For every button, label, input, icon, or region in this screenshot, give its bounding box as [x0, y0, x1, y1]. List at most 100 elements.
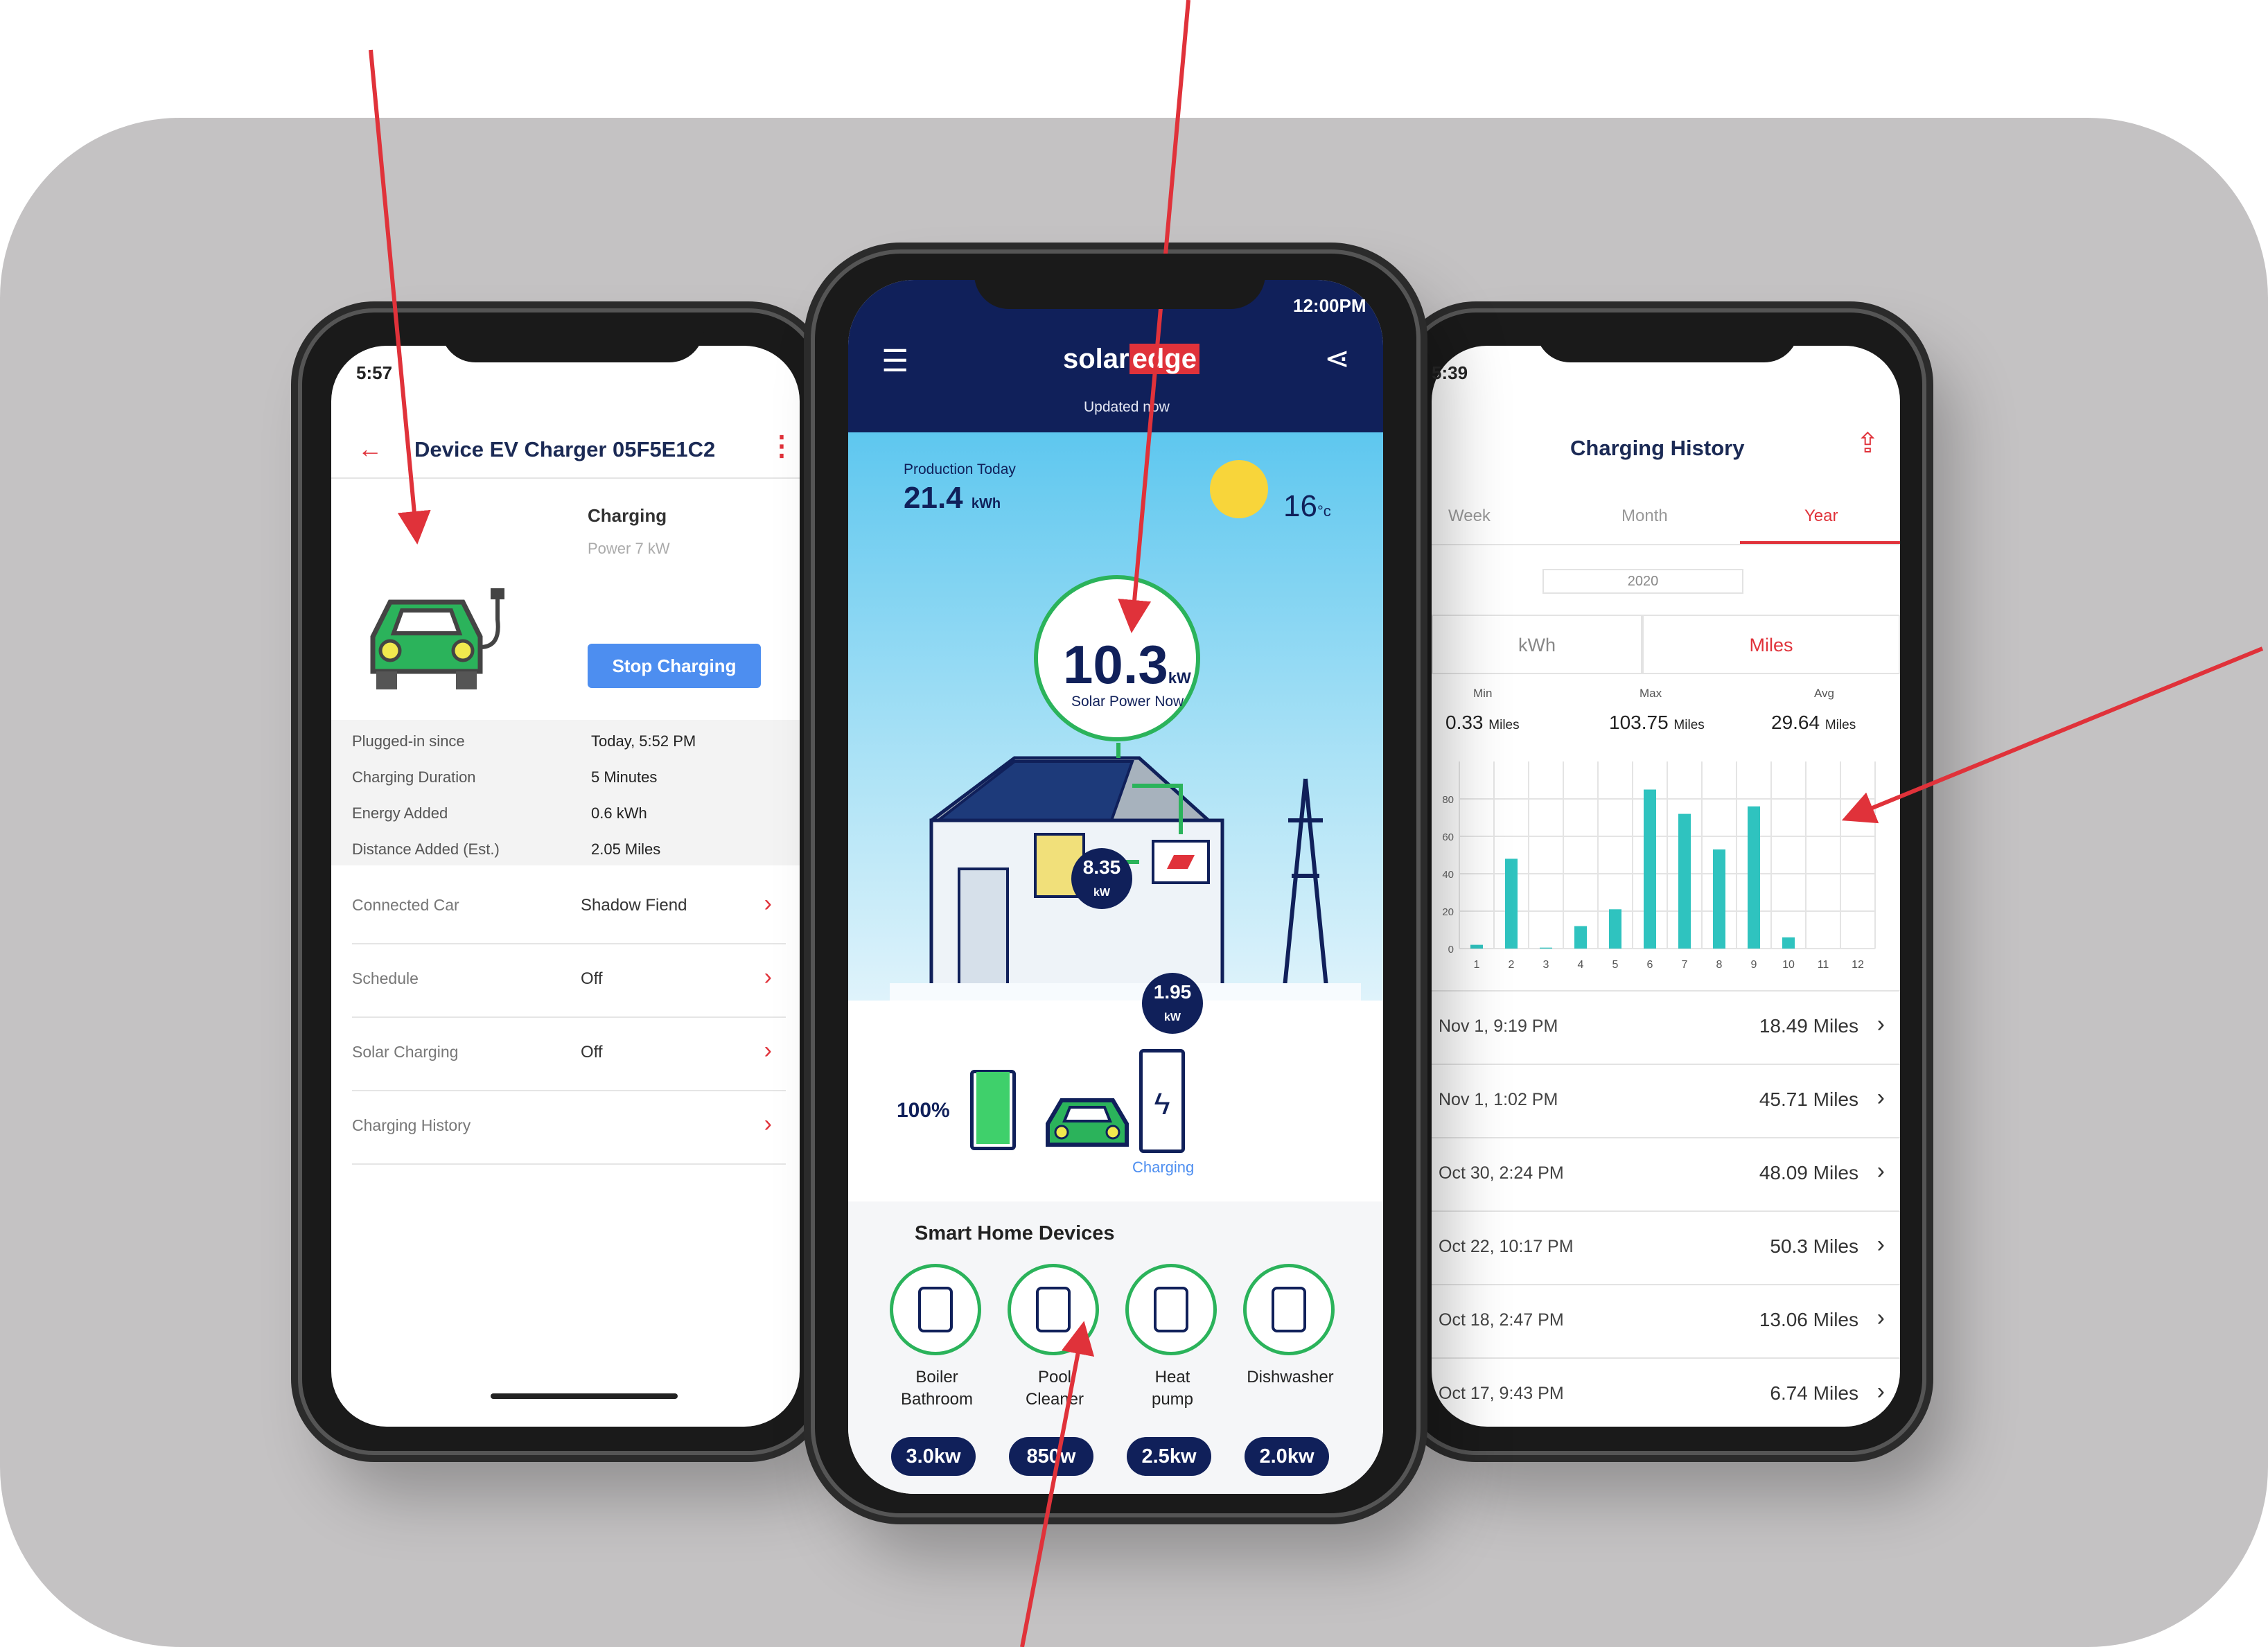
menu-value: Off — [581, 1043, 603, 1062]
bar — [1505, 858, 1518, 949]
charging-label: Charging — [1132, 1159, 1195, 1176]
unit-miles[interactable]: Miles — [1642, 615, 1900, 674]
history-row[interactable]: Oct 17, 9:43 PM 6.74 Miles › — [1432, 1359, 1900, 1427]
right-screen: Charging History ⇪ Week Month Year 2020 … — [1432, 346, 1900, 1427]
chevron-right-icon: › — [1876, 1305, 1885, 1331]
car-charging-icon — [370, 588, 504, 689]
history-date: Oct 18, 2:47 PM — [1439, 1310, 1564, 1330]
x-tick-label: 9 — [1751, 959, 1757, 971]
home-indicator — [491, 1393, 678, 1399]
device-power-badge: 2.5kw — [1127, 1437, 1211, 1476]
device-button[interactable] — [1125, 1264, 1217, 1355]
share-icon[interactable]: ⋖ — [1324, 341, 1350, 376]
device-button[interactable] — [1008, 1264, 1099, 1355]
x-tick-label: 4 — [1578, 959, 1584, 971]
x-tick-label: 11 — [1818, 959, 1829, 971]
center-status-time: 12:00PM — [1293, 295, 1366, 316]
device-label: Heat pump — [1151, 1368, 1194, 1409]
menu-value: Shadow Fiend — [581, 896, 687, 915]
unit-kwh[interactable]: kWh — [1432, 615, 1642, 674]
more-icon[interactable]: ⋮ — [768, 430, 795, 462]
car-icon — [1046, 1098, 1129, 1147]
menu-label: Connected Car — [352, 896, 459, 914]
bar — [1748, 806, 1760, 949]
history-row[interactable]: Nov 1, 1:02 PM 45.71 Miles › — [1432, 1065, 1900, 1138]
history-row[interactable]: Oct 22, 10:17 PM 50.3 Miles › — [1432, 1212, 1900, 1285]
menu-row-solar-charging[interactable]: Solar Charging Off › — [352, 1018, 786, 1091]
history-miles: 48.09 Miles — [1759, 1162, 1858, 1183]
chevron-right-icon: › — [764, 1111, 772, 1137]
menu-row-connected-car[interactable]: Connected Car Shadow Fiend › — [352, 871, 786, 944]
tab-month[interactable]: Month — [1621, 507, 1668, 526]
solar-power-label: Solar Power Now — [1071, 694, 1184, 710]
share-icon[interactable]: ⇪ — [1856, 428, 1879, 459]
tab-year[interactable]: Year — [1804, 507, 1838, 526]
x-tick-label: 5 — [1612, 959, 1619, 971]
chevron-right-icon: › — [764, 964, 772, 990]
right-phone: 5:39 Charging History ⇪ Week Month Year … — [1400, 308, 1926, 1455]
year-selector[interactable]: 2020 — [1542, 569, 1743, 594]
menu-row-schedule[interactable]: Schedule Off › — [352, 944, 786, 1018]
history-miles: 6.74 Miles — [1770, 1382, 1858, 1404]
history-row[interactable]: Oct 18, 2:47 PM 13.06 Miles › — [1432, 1285, 1900, 1359]
chevron-right-icon: › — [1876, 1011, 1885, 1037]
charging-status: Charging — [588, 505, 667, 526]
tab-week[interactable]: Week — [1448, 507, 1491, 526]
detail-value: 5 Minutes — [591, 768, 658, 786]
history-title: Charging History — [1570, 436, 1745, 460]
history-row[interactable]: Nov 1, 9:19 PM 18.49 Miles › — [1432, 992, 1900, 1065]
stat-max: 103.75 Miles — [1609, 712, 1705, 733]
chevron-right-icon: › — [1876, 1378, 1885, 1404]
stat-min: 0.33 Miles — [1445, 712, 1520, 733]
hamburger-menu-icon[interactable]: ☰ — [881, 344, 908, 379]
chevron-right-icon: › — [1876, 1231, 1885, 1258]
bar — [1782, 937, 1795, 949]
y-tick-label: 40 — [1442, 869, 1454, 881]
x-tick-label: 12 — [1852, 959, 1864, 971]
menu-label: Schedule — [352, 969, 419, 987]
solar-power-circle: 10.3kW Solar Power Now — [1034, 575, 1200, 741]
bar — [1540, 947, 1552, 949]
details-panel: Plugged-in since Today, 5:52 PM Charging… — [331, 720, 800, 865]
device-button[interactable] — [1243, 1264, 1335, 1355]
device-label: Dishwasher — [1247, 1368, 1334, 1386]
y-tick-label: 0 — [1448, 944, 1454, 955]
bar — [1609, 909, 1621, 949]
back-icon[interactable]: ← — [358, 434, 383, 464]
detail-value: Today, 5:52 PM — [591, 732, 696, 750]
history-list: Nov 1, 9:19 PM 18.49 Miles › Nov 1, 1:02 PM… — [1432, 990, 1900, 1404]
x-tick-label: 6 — [1647, 959, 1653, 971]
device-icon — [1272, 1287, 1306, 1332]
x-tick-label: 10 — [1782, 959, 1795, 971]
chevron-right-icon: › — [764, 1037, 772, 1064]
stat-min-label: Min — [1473, 687, 1493, 700]
center-screen: ☰ solar edge ⋖ Updated now Production Tod… — [848, 280, 1383, 1494]
history-row[interactable]: Oct 30, 2:24 PM 48.09 Miles › — [1432, 1138, 1900, 1212]
bar — [1574, 926, 1587, 949]
ev-charger-icon: ϟ — [1139, 1049, 1185, 1153]
stop-charging-button[interactable]: Stop Charging — [588, 644, 761, 688]
x-tick-label: 2 — [1509, 959, 1515, 971]
stat-max-label: Max — [1640, 687, 1662, 700]
device-label: Pool Cleaner — [1025, 1368, 1084, 1409]
left-phone: 5:57 ← Device EV Charger 05F5E1C2 ⋮ Char… — [298, 308, 825, 1455]
battery-percent: 100% — [897, 1099, 950, 1122]
sky-panel: Production Today 21.4 kWh 16°c 10.3kW So… — [848, 432, 1383, 1001]
miles-bar-chart: 0204060801 2 3 4 5 6 7 8 9 10 11 12 — [1442, 761, 1876, 971]
device-icon — [918, 1287, 953, 1332]
y-tick-label: 80 — [1442, 794, 1454, 806]
x-tick-label: 3 — [1543, 959, 1549, 971]
history-miles: 45.71 Miles — [1759, 1089, 1858, 1110]
production-value: 21.4 kWh — [904, 481, 1001, 515]
detail-label: Energy Added — [352, 804, 448, 822]
x-tick-label: 1 — [1474, 959, 1480, 971]
chevron-right-icon: › — [764, 890, 772, 917]
smart-home-panel: Smart Home Devices Boiler Bathroom 3.0kw Po… — [848, 1201, 1383, 1494]
left-title: Device EV Charger 05F5E1C2 — [414, 437, 716, 461]
device-icon — [1036, 1287, 1071, 1332]
menu-row-charging-history[interactable]: Charging History › — [352, 1091, 786, 1165]
device-button[interactable] — [890, 1264, 981, 1355]
bar — [1470, 944, 1483, 949]
stat-avg-label: Avg — [1814, 687, 1834, 700]
history-miles: 13.06 Miles — [1759, 1309, 1858, 1330]
